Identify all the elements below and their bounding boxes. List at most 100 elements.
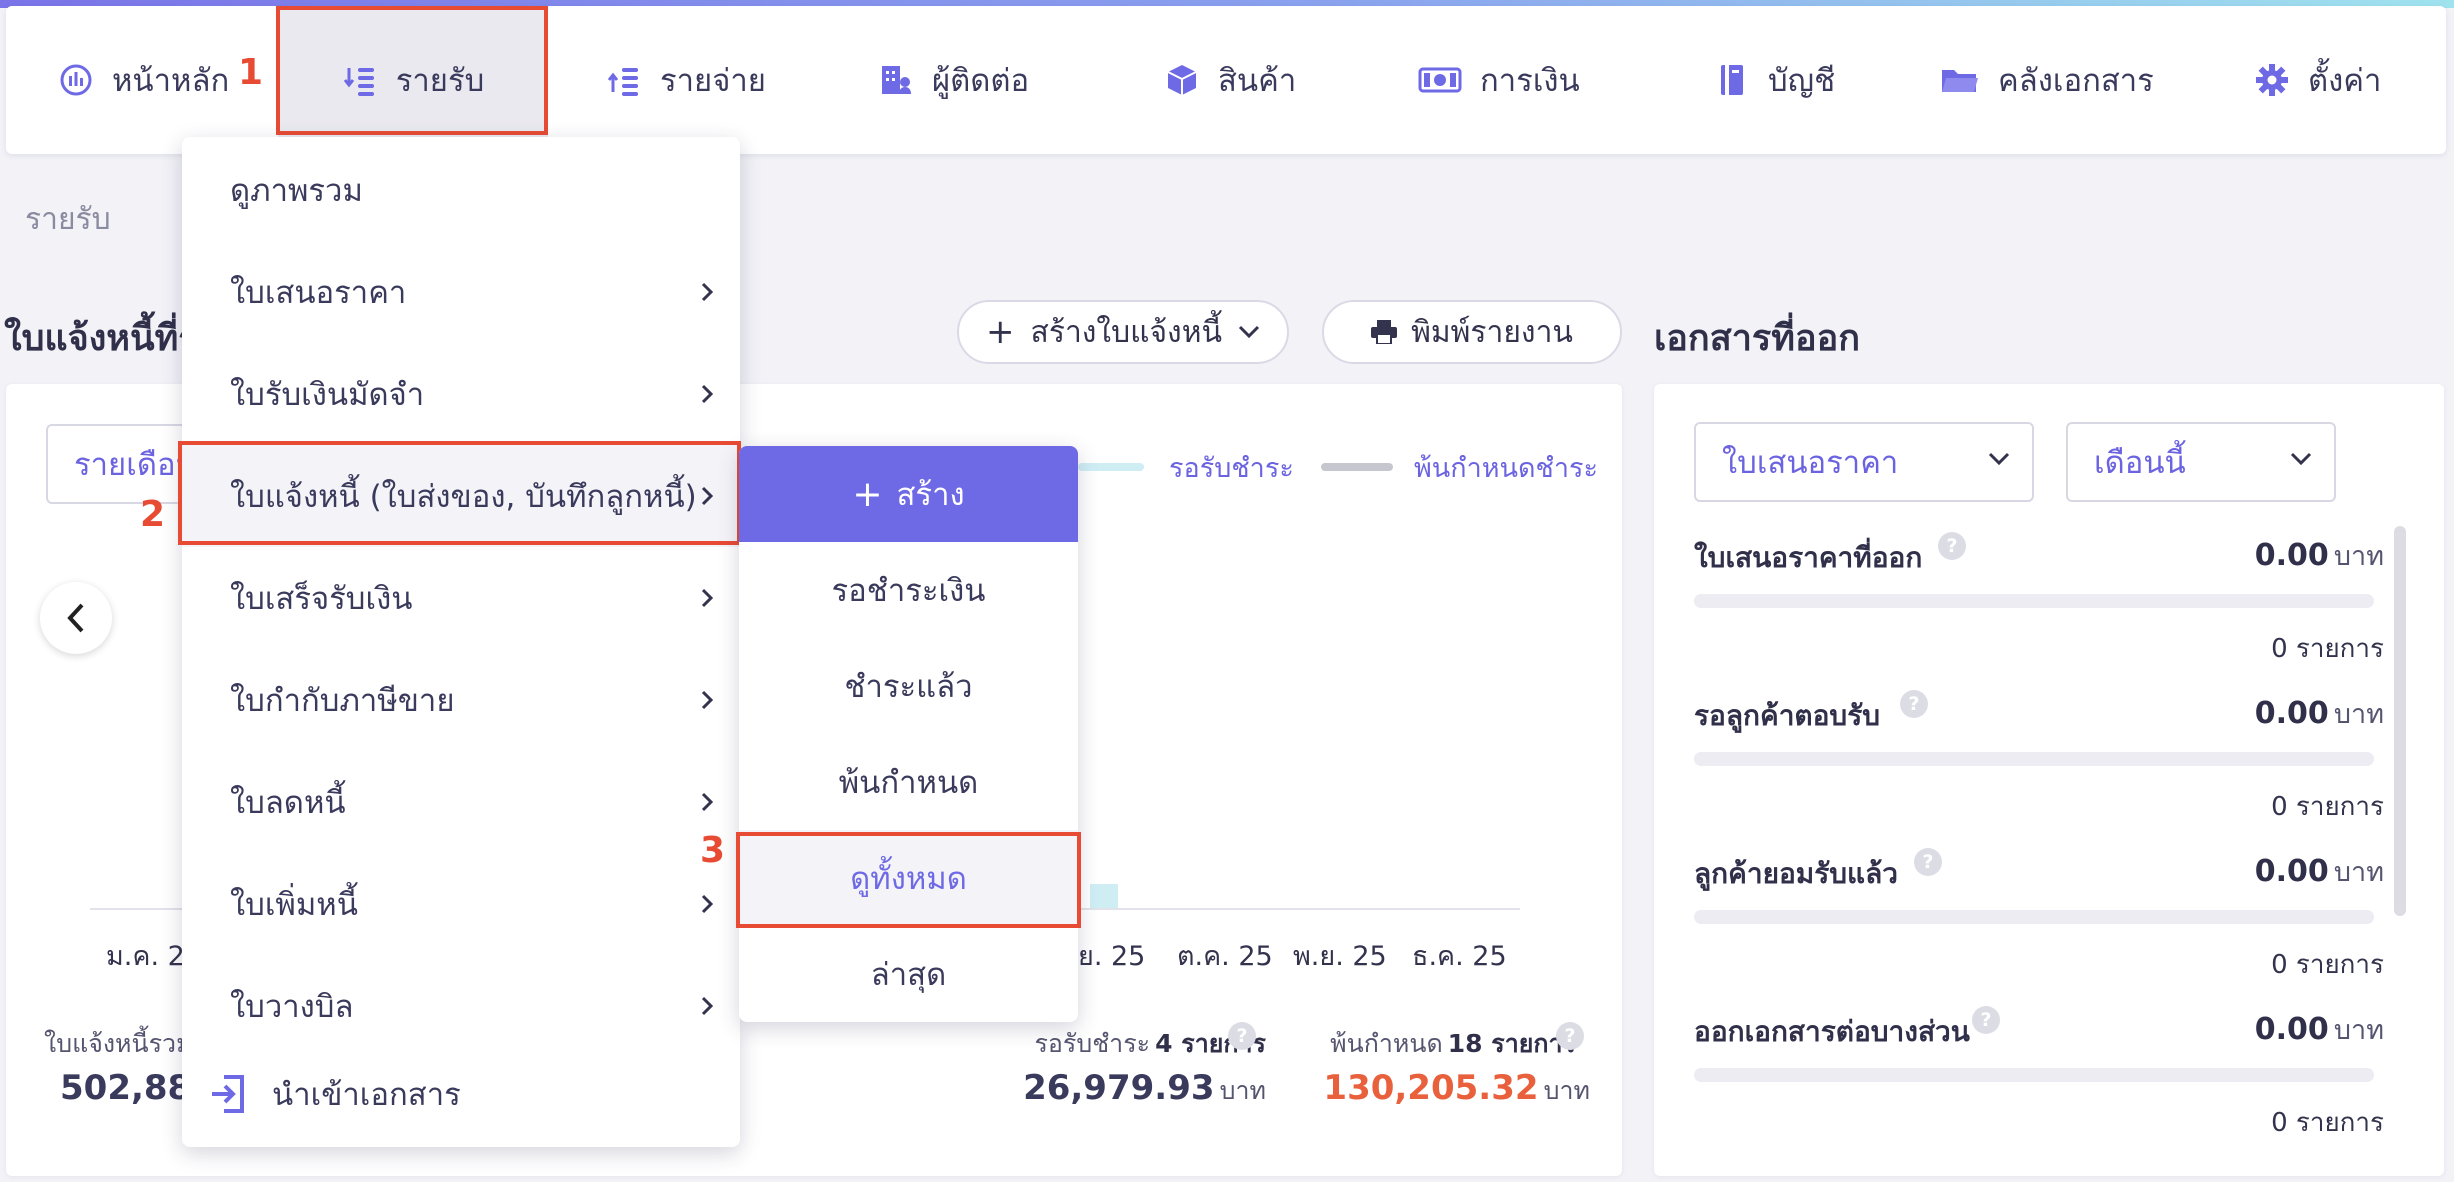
menu-item-credit-note[interactable]: ใบลดหนี้ — [182, 751, 740, 853]
doc-row-progress — [1694, 910, 2374, 924]
menu-item-label: ใบกำกับภาษีขาย — [230, 683, 455, 719]
help-icon[interactable]: ? — [1938, 532, 1966, 560]
step-annotation-2: 2 — [140, 494, 166, 535]
doc-row-amount: 0.00 บาท — [2255, 850, 2384, 893]
nav-label: หน้าหลัก — [112, 63, 230, 99]
nav-label: รายจ่าย — [660, 63, 766, 99]
doc-row-label: ใบเสนอราคาที่ออก — [1694, 541, 1923, 574]
nav-label: คลังเอกสาร — [1998, 63, 2154, 99]
submenu-item-label: ชำระแล้ว — [844, 669, 973, 705]
doc-period-select[interactable]: เดือนนี้ — [2066, 422, 2336, 502]
x-tick-label: ต.ค. 25 — [1177, 941, 1273, 972]
doc-summary-row: ใบเสนอราคาที่ออก ? 0.00 บาท 0 รายการ — [1694, 532, 2384, 696]
box-icon — [1167, 65, 1197, 95]
nav-item-accounting[interactable]: บัญชี — [1714, 6, 1835, 154]
nav-item-products[interactable]: สินค้า — [1164, 6, 1296, 154]
menu-item-billing-note[interactable]: ใบวางบิล — [182, 955, 740, 1057]
page-title: ใบแจ้งหนี้ที่รั — [4, 318, 198, 359]
chart-prev-button[interactable] — [40, 582, 112, 654]
nav-item-home[interactable]: หน้าหลัก — [58, 6, 229, 154]
menu-item-import[interactable]: นำเข้าเอกสาร — [182, 1043, 740, 1145]
doc-row-unit: บาท — [2333, 857, 2384, 888]
documents-panel-title: เอกสารที่ออก — [1654, 318, 1861, 359]
submenu-item-latest[interactable]: ล่าสุด — [739, 926, 1078, 1022]
doc-row-label: ลูกค้ายอมรับแล้ว — [1694, 857, 1898, 890]
submenu-create-button[interactable]: + สร้าง — [739, 446, 1078, 542]
menu-item-label: ใบเพิ่มหนี้ — [230, 887, 358, 923]
expense-icon — [607, 68, 638, 96]
menu-item-receipt[interactable]: ใบเสร็จรับเงิน — [182, 547, 740, 649]
doc-row-value: 0.00 — [2254, 696, 2329, 731]
create-invoice-button[interactable]: + สร้างใบแจ้งหนี้ — [957, 300, 1289, 364]
help-icon[interactable]: ? — [1972, 1006, 2000, 1034]
doc-row-count: 0 รายการ — [2271, 1108, 2384, 1138]
menu-item-label: ใบรับเงินมัดจำ — [230, 377, 425, 413]
breadcrumb: รายรับ — [25, 202, 111, 237]
doc-type-select-value: ใบเสนอราคา — [1722, 445, 1899, 481]
doc-row-value: 0.00 — [2254, 1012, 2329, 1047]
doc-summary-row: รอลูกค้าตอบรับ ? 0.00 บาท 0 รายการ — [1694, 690, 2384, 854]
menu-item-label: ใบเสนอราคา — [230, 275, 407, 311]
help-icon[interactable]: ? — [1556, 1022, 1584, 1050]
chevron-down-icon — [1238, 325, 1260, 339]
nav-item-expense[interactable]: รายจ่าย — [606, 6, 766, 154]
chevron-right-icon — [701, 282, 714, 302]
menu-item-debit-note[interactable]: ใบเพิ่มหนี้ — [182, 853, 740, 955]
pending-unit: บาท — [1219, 1076, 1266, 1105]
menu-item-label: ใบลดหนี้ — [230, 785, 346, 821]
menu-item-deposit-receipt[interactable]: ใบรับเงินมัดจำ — [182, 343, 740, 445]
menu-item-label: ใบเสร็จรับเงิน — [230, 581, 413, 617]
menu-item-quotation[interactable]: ใบเสนอราคา — [182, 241, 740, 343]
create-invoice-label: สร้างใบแจ้งหนี้ — [1030, 314, 1222, 350]
overdue-summary-value: 130,205.32 บาท — [1276, 1068, 1590, 1111]
invoice-submenu: + สร้าง รอชำระเงิน ชำระแล้ว พ้นกำหนด ดูท… — [739, 446, 1078, 1022]
nav-label: บัญชี — [1768, 63, 1836, 99]
doc-row-count: 0 รายการ — [2271, 950, 2384, 980]
menu-item-label: ใบวางบิล — [230, 989, 354, 1025]
submenu-item-paid[interactable]: ชำระแล้ว — [739, 638, 1078, 734]
income-dropdown-menu: ดูภาพรวม ใบเสนอราคา ใบรับเงินมัดจำ ใบแจ้… — [182, 137, 740, 1147]
chevron-down-icon — [1988, 452, 2010, 466]
help-icon[interactable]: ? — [1228, 1022, 1256, 1050]
pending-summary-header: รอรับชำระ 4 รายการ — [906, 1024, 1266, 1064]
doc-type-select[interactable]: ใบเสนอราคา — [1694, 422, 2034, 502]
doc-row-count: 0 รายการ — [2271, 792, 2384, 822]
documents-card: ใบเสนอราคา เดือนนี้ ใบเสนอราคาที่ออก ? 0… — [1654, 384, 2444, 1176]
doc-summary-row: ออกเอกสารต่อบางส่วน ? 0.00 บาท 0 รายการ — [1694, 1006, 2384, 1170]
nav-item-settings[interactable]: ตั้งค่า — [2254, 6, 2381, 154]
doc-row-unit: บาท — [2333, 541, 2384, 572]
print-report-button[interactable]: พิมพ์รายงาน — [1322, 300, 1622, 364]
menu-item-tax-invoice[interactable]: ใบกำกับภาษีขาย — [182, 649, 740, 751]
doc-row-progress — [1694, 1068, 2374, 1082]
submenu-item-label: สร้าง — [896, 477, 965, 513]
doc-row-amount: 0.00 บาท — [2255, 534, 2384, 577]
nav-label: สินค้า — [1218, 63, 1297, 99]
nav-item-documents[interactable]: คลังเอกสาร — [1940, 6, 2154, 154]
submenu-item-label: พ้นกำหนด — [838, 765, 979, 801]
pending-value: 26,979.93 — [1023, 1068, 1215, 1108]
legend-label-overdue: พ้นกำหนดชำระ — [1414, 453, 1599, 484]
chevron-right-icon — [701, 894, 714, 914]
help-icon[interactable]: ? — [1900, 690, 1928, 718]
submenu-item-overdue[interactable]: พ้นกำหนด — [739, 734, 1078, 830]
total-invoice-label: ใบแจ้งหนี้รวม — [44, 1029, 193, 1058]
chevron-right-icon — [701, 384, 714, 404]
nav-item-contacts[interactable]: ผู้ติดต่อ — [878, 6, 1029, 154]
scrollbar-thumb[interactable] — [2394, 526, 2406, 916]
submenu-item-label: รอชำระเงิน — [831, 573, 986, 609]
overdue-unit: บาท — [1543, 1076, 1590, 1105]
chevron-right-icon — [701, 690, 714, 710]
doc-row-progress — [1694, 594, 2374, 608]
doc-row-label: ออกเอกสารต่อบางส่วน — [1694, 1015, 1970, 1048]
help-icon[interactable]: ? — [1914, 848, 1942, 876]
pending-summary-value: 26,979.93 บาท — [906, 1068, 1266, 1111]
chevron-right-icon — [701, 996, 714, 1016]
menu-item-overview[interactable]: ดูภาพรวม — [182, 139, 740, 241]
doc-row-count: 0 รายการ — [2271, 634, 2384, 664]
doc-row-amount: 0.00 บาท — [2255, 692, 2384, 735]
submenu-item-awaiting-payment[interactable]: รอชำระเงิน — [739, 542, 1078, 638]
nav-label: การเงิน — [1480, 63, 1580, 99]
highlight-box-income — [276, 6, 548, 135]
nav-item-finance[interactable]: การเงิน — [1418, 6, 1580, 154]
chevron-left-icon — [67, 603, 84, 633]
